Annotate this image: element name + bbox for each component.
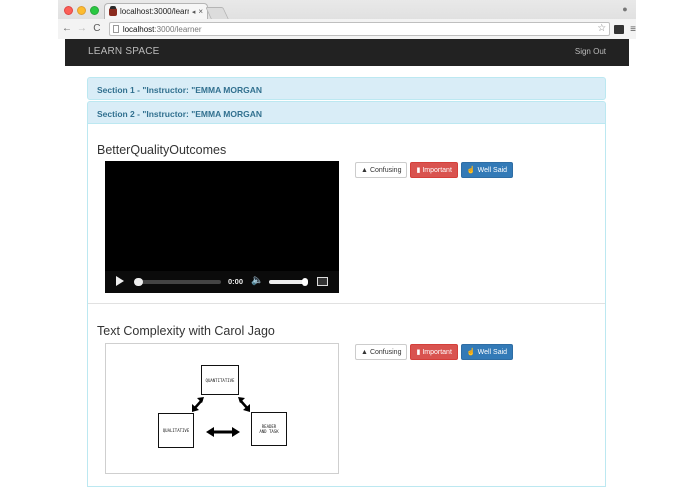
volume-slider[interactable] <box>269 280 306 284</box>
close-window-button[interactable] <box>64 6 73 15</box>
section-2-body: BetterQualityOutcomes 0:00 🔈 ▲ Confusing… <box>87 124 606 487</box>
confusing-label: Confusing <box>369 166 402 174</box>
well-said-button[interactable]: ☝ Well Said <box>460 162 514 178</box>
address-bar[interactable]: localhost :3000/learner ☆ <box>108 22 611 36</box>
volume-handle[interactable] <box>302 278 308 286</box>
seek-bar[interactable] <box>135 280 221 284</box>
browser-tab[interactable]: localhost:3000/learner ◂ × <box>104 3 208 19</box>
extension-icon[interactable] <box>614 24 625 34</box>
lesson-divider <box>88 303 605 304</box>
app-navbar: LEARN SPACE Sign Out <box>65 39 629 66</box>
arrow-icon-left <box>192 397 204 412</box>
important-label: Important <box>422 166 452 174</box>
well-said-label: Well Said <box>477 166 508 174</box>
browser-window-chrome: localhost:3000/learner ◂ × ● ← → C local… <box>58 0 636 39</box>
well-said-label: Well Said <box>477 348 508 356</box>
important-label: Important <box>422 348 452 356</box>
video-player[interactable]: 0:00 🔈 <box>105 161 339 293</box>
bookmark-icon: ▮ <box>416 167 421 174</box>
lesson-title: Text Complexity with Carol Jago <box>97 324 275 338</box>
confusing-button[interactable]: ▲ Confusing <box>355 162 408 178</box>
menu-icon[interactable]: ≡ <box>630 24 636 35</box>
feedback-buttons: ▲ Confusing ▮ Important ☝ Well Said <box>355 344 514 360</box>
thumbs-up-icon: ☝ <box>466 349 476 356</box>
diagram-arrows <box>192 397 250 437</box>
tab-close-icon[interactable]: × <box>198 7 203 16</box>
seek-handle[interactable] <box>134 278 143 286</box>
favicon-icon <box>109 5 117 16</box>
bookmark-star-icon[interactable]: ☆ <box>597 23 606 35</box>
new-tab-button[interactable] <box>205 7 229 19</box>
arrow-icon-double <box>206 427 240 437</box>
minimize-window-button[interactable] <box>77 6 86 15</box>
thumbs-up-icon: ☝ <box>466 167 476 174</box>
url-host: localhost <box>122 24 155 34</box>
warning-icon: ▲ <box>361 166 368 174</box>
arrow-icon-right <box>238 397 250 412</box>
time-display: 0:00 <box>228 277 244 286</box>
confusing-button[interactable]: ▲ Confusing <box>355 344 408 360</box>
url-path: :3000/learner <box>154 24 202 34</box>
zoom-window-button[interactable] <box>90 6 99 15</box>
warning-icon: ▲ <box>361 348 368 356</box>
bookmark-icon: ▮ <box>416 349 421 356</box>
play-icon[interactable] <box>116 276 124 286</box>
video-controls: 0:00 🔈 <box>105 271 339 293</box>
browser-toolbar: ← → C localhost :3000/learner ☆ ≡ <box>58 19 636 39</box>
fullscreen-icon[interactable] <box>317 277 328 286</box>
feedback-buttons: ▲ Confusing ▮ Important ☝ Well Said <box>355 162 514 178</box>
speaker-icon[interactable]: ◂ <box>192 8 196 16</box>
tab-title: localhost:3000/learner <box>120 7 189 16</box>
well-said-button[interactable]: ☝ Well Said <box>460 344 514 360</box>
important-button[interactable]: ▮ Important <box>410 344 458 360</box>
reload-button[interactable]: C <box>91 19 103 39</box>
back-button[interactable]: ← <box>61 19 73 39</box>
section-2-header[interactable]: Section 2 - "Instructor: "EMMA MORGAN <box>87 101 606 124</box>
volume-icon[interactable]: 🔈 <box>251 274 263 288</box>
page-icon <box>112 25 119 33</box>
confusing-label: Confusing <box>369 348 402 356</box>
lesson-title: BetterQualityOutcomes <box>97 143 227 157</box>
important-button[interactable]: ▮ Important <box>410 162 458 178</box>
section-1-header[interactable]: Section 1 - "Instructor: "EMMA MORGAN <box>87 77 606 100</box>
profile-icon[interactable]: ● <box>620 4 630 14</box>
brand-link[interactable]: LEARN SPACE <box>88 46 159 57</box>
forward-button[interactable]: → <box>76 19 88 39</box>
lesson-diagram-image[interactable]: QUANTITATIVE QUALITATIVE READER AND TASK <box>105 343 339 474</box>
sign-out-link[interactable]: Sign Out <box>575 47 606 56</box>
